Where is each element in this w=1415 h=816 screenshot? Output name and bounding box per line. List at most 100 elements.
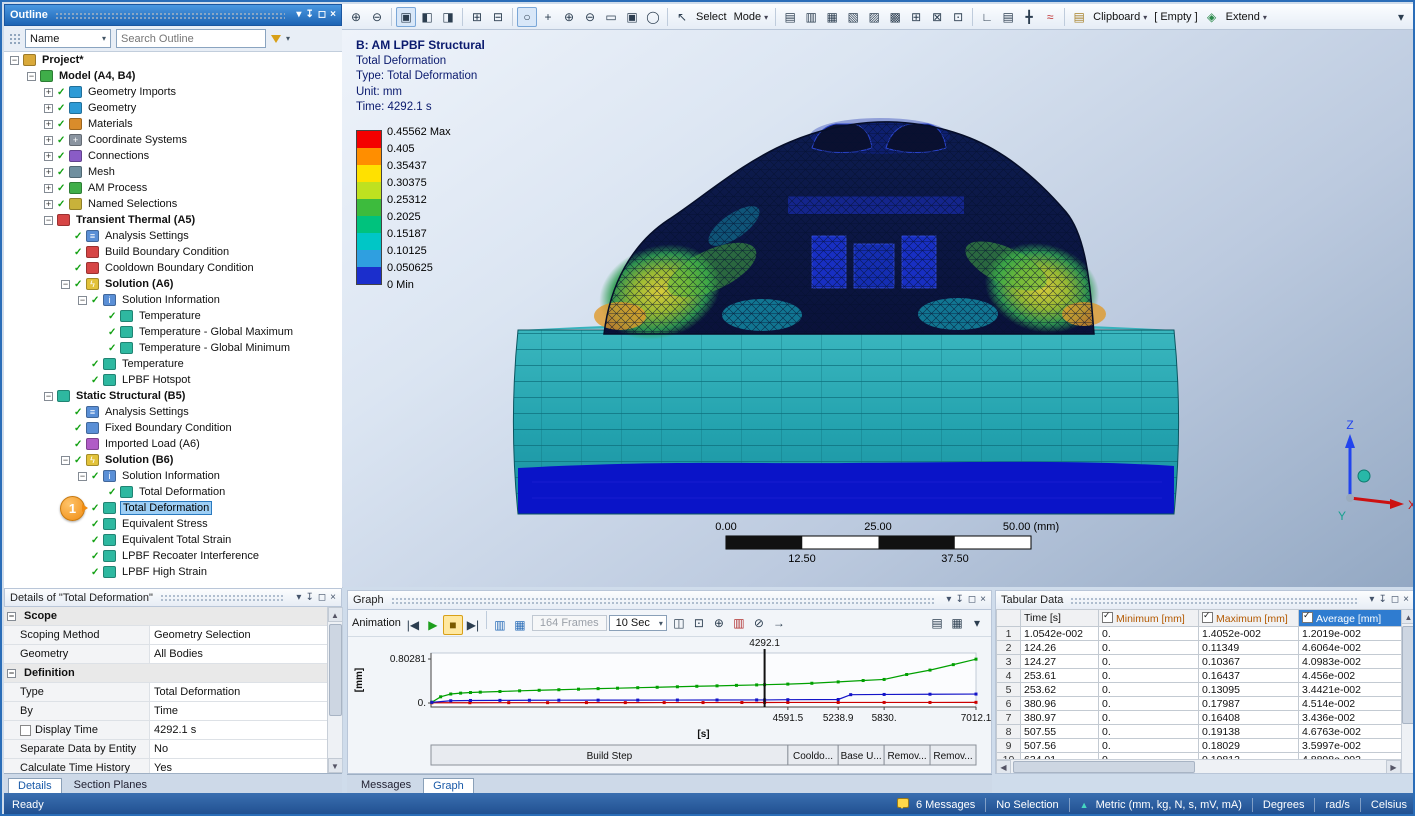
collapse-icon[interactable]: − xyxy=(10,56,19,65)
data-cell[interactable]: 253.61 xyxy=(1021,669,1099,683)
data-cell[interactable]: 4.0983e-002 xyxy=(1299,655,1402,669)
data-cell[interactable]: 380.97 xyxy=(1021,711,1099,725)
data-cell[interactable]: 1.0542e-002 xyxy=(1021,627,1099,641)
model-3d-canvas[interactable]: 0.00 25.00 50.00 (mm) 12.50 37.50 Z X Y xyxy=(342,30,1415,587)
select-label[interactable]: Select xyxy=(696,11,727,23)
table-row[interactable]: 4253.610.0.164374.456e-002 xyxy=(997,669,1402,683)
maximize-icon[interactable]: ◻ xyxy=(318,10,326,20)
tabular-horizontal-scrollbar[interactable]: ◀ ▶ xyxy=(996,759,1401,773)
box-zoom-icon[interactable]: ▭ xyxy=(601,7,621,27)
table-row[interactable]: 6380.960.0.179874.514e-002 xyxy=(997,697,1402,711)
tree-item[interactable]: ✓Temperature xyxy=(4,356,342,372)
chart-icon[interactable]: ≈ xyxy=(1040,7,1060,27)
data-cell[interactable]: 4.6064e-002 xyxy=(1299,641,1402,655)
filter-funnel-icon[interactable] xyxy=(271,35,281,43)
tree-item[interactable]: −Model (A4, B4) xyxy=(4,68,342,84)
animation-duration-select[interactable]: 10 Sec ▾ xyxy=(609,615,667,631)
tree-item[interactable]: ✓Total Deformation1 xyxy=(4,500,342,516)
select-mode-icon[interactable]: ▣ xyxy=(396,7,416,27)
data-cell[interactable]: 4.456e-002 xyxy=(1299,669,1402,683)
tree-item[interactable]: +✓Materials xyxy=(4,116,342,132)
panel-drag-handle[interactable] xyxy=(1070,597,1358,604)
close-icon[interactable]: × xyxy=(1403,595,1409,605)
units-status[interactable]: ▲ Metric (mm, kg, N, s, mV, mA) xyxy=(1080,799,1242,811)
table-row[interactable]: 3124.270.0.103674.0983e-002 xyxy=(997,655,1402,669)
data-cell[interactable]: 0.10367 xyxy=(1199,655,1299,669)
checkbox[interactable] xyxy=(1302,612,1313,623)
previous-view-icon[interactable]: ◧ xyxy=(417,7,437,27)
details-property-value[interactable]: Total Deformation xyxy=(150,683,342,701)
tabular-vertical-scrollbar[interactable]: ▲ xyxy=(1401,609,1414,773)
edge-coloring-icon[interactable]: ▧ xyxy=(843,7,863,27)
data-cell[interactable]: 0. xyxy=(1099,655,1199,669)
triad-toggle-icon[interactable]: ╋ xyxy=(1019,7,1039,27)
mode-label[interactable]: Mode▾ xyxy=(734,11,769,23)
scroll-down-arrow[interactable]: ▼ xyxy=(328,758,343,773)
column-header-time[interactable]: Time [s] xyxy=(1021,610,1099,627)
tree-item[interactable]: ✓LPBF High Strain xyxy=(4,564,342,580)
go-to-start-icon[interactable]: |◀ xyxy=(403,615,423,635)
panel-menu-icon[interactable]: ▾ xyxy=(296,593,301,603)
graph-chart[interactable]: 0.802810.[mm]4591.55238.95830.7012.1[s]B… xyxy=(348,637,991,777)
magnifier-icon[interactable]: ◯ xyxy=(643,7,663,27)
tree-item[interactable]: ✓Equivalent Total Strain xyxy=(4,532,342,548)
tree-item[interactable]: −Project* xyxy=(4,52,342,68)
column-header-average[interactable]: Average [mm] xyxy=(1299,610,1402,627)
extend-icon[interactable]: ◈ xyxy=(1202,7,1222,27)
data-cell[interactable]: 0. xyxy=(1099,683,1199,697)
expand-icon[interactable]: + xyxy=(44,200,53,209)
collapse-icon[interactable]: − xyxy=(61,280,70,289)
collapse-icon[interactable]: − xyxy=(44,392,53,401)
clipboard-label[interactable]: Clipboard▾ xyxy=(1093,11,1147,23)
tree-item[interactable]: +✓AM Process xyxy=(4,180,342,196)
collapse-icon[interactable]: − xyxy=(78,296,87,305)
zoom-in-icon[interactable]: ⊕ xyxy=(346,7,366,27)
tree-item[interactable]: ✓Temperature - Global Maximum xyxy=(4,324,342,340)
data-cell[interactable]: 4.6763e-002 xyxy=(1299,725,1402,739)
collapse-icon[interactable]: − xyxy=(27,72,36,81)
filter-type-select[interactable]: Name ▾ xyxy=(25,29,111,48)
collapse-icon[interactable]: − xyxy=(78,472,87,481)
expand-icon[interactable]: + xyxy=(44,88,53,97)
search-outline-input[interactable] xyxy=(117,30,265,47)
checkbox[interactable] xyxy=(1102,612,1113,623)
tab-messages[interactable]: Messages xyxy=(351,777,421,793)
ruler-icon[interactable]: ∟ xyxy=(977,7,997,27)
details-property-value[interactable]: Geometry Selection xyxy=(150,626,342,644)
close-icon[interactable]: × xyxy=(330,593,336,603)
scrollbar-thumb[interactable] xyxy=(1013,761,1195,773)
column-header-maximum[interactable]: Maximum [mm] xyxy=(1199,610,1299,627)
more-tools-icon[interactable]: ▾ xyxy=(1391,7,1411,27)
max-tag-icon[interactable]: ⊠ xyxy=(927,7,947,27)
close-icon[interactable]: × xyxy=(330,10,336,20)
scroll-up-arrow[interactable]: ▲ xyxy=(1401,609,1414,624)
cursor-select-icon[interactable]: ↖ xyxy=(672,7,692,27)
tree-item[interactable]: −✓ϟSolution (A6) xyxy=(4,276,342,292)
stop-icon[interactable]: ■ xyxy=(443,615,463,635)
section-plane-icon[interactable]: ▨ xyxy=(864,7,884,27)
pin-icon[interactable]: ↧ xyxy=(1378,595,1386,605)
wireframe-icon[interactable]: ▥ xyxy=(801,7,821,27)
data-cell[interactable]: 4.514e-002 xyxy=(1299,697,1402,711)
details-property-value[interactable]: No xyxy=(150,740,342,758)
data-cell[interactable]: 0.17987 xyxy=(1199,697,1299,711)
temperature-units-status[interactable]: Celsius xyxy=(1371,799,1407,811)
data-cell[interactable]: 507.55 xyxy=(1021,725,1099,739)
data-cell[interactable]: 0.13095 xyxy=(1199,683,1299,697)
tree-item[interactable]: +✓Connections xyxy=(4,148,342,164)
table-row[interactable]: 11.0542e-0020.1.4052e-0021.2019e-002 xyxy=(997,627,1402,641)
show-mesh-icon[interactable]: ▦ xyxy=(822,7,842,27)
expand-icon[interactable]: + xyxy=(44,136,53,145)
data-cell[interactable]: 0. xyxy=(1099,697,1199,711)
zoom-out-icon[interactable]: ⊖ xyxy=(367,7,387,27)
details-property-value[interactable]: Yes xyxy=(150,759,342,773)
checkbox[interactable] xyxy=(1202,612,1213,623)
export-data-icon[interactable]: → xyxy=(769,613,789,633)
clipboard-icon[interactable]: ▤ xyxy=(1069,7,1089,27)
pan-mode-icon[interactable]: + xyxy=(538,7,558,27)
collapse-icon[interactable]: − xyxy=(44,216,53,225)
data-cell[interactable]: 507.56 xyxy=(1021,739,1099,753)
data-cell[interactable]: 0. xyxy=(1099,725,1199,739)
tab-section-planes[interactable]: Section Planes xyxy=(64,777,157,793)
go-to-end-icon[interactable]: ▶| xyxy=(463,615,483,635)
